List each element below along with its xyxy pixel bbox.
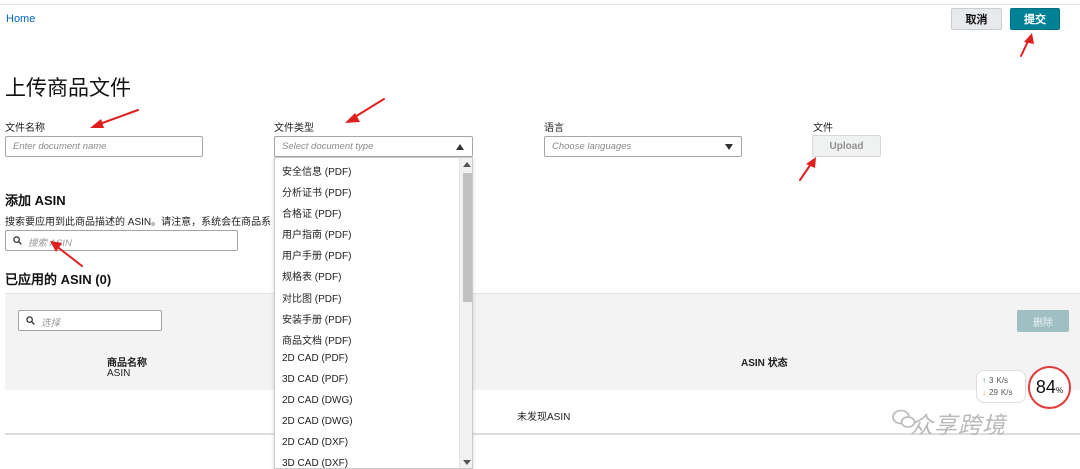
doc-type-label: 文件类型 xyxy=(274,123,314,134)
asin-search-input[interactable]: 搜索 ASIN xyxy=(5,230,238,251)
language-select[interactable]: Choose languages xyxy=(544,136,742,157)
dropdown-option[interactable]: 2D CAD (DWG) xyxy=(282,416,353,427)
upload-speed: ↑ 3 K/s xyxy=(982,376,1009,385)
dropdown-option[interactable]: 安全信息 (PDF) xyxy=(282,163,351,178)
arrow-doc-type-icon xyxy=(349,98,385,121)
upload-button[interactable]: Upload xyxy=(812,135,881,157)
arrow-head-icon xyxy=(806,157,816,168)
dropdown-option[interactable]: 2D CAD (DXF) xyxy=(282,437,348,448)
doc-type-placeholder: Select document type xyxy=(282,141,374,152)
scroll-thumb[interactable] xyxy=(463,173,472,302)
caret-up-icon xyxy=(456,144,464,150)
dropdown-option[interactable]: 对比图 (PDF) xyxy=(282,290,341,305)
arrow-head-icon xyxy=(1024,33,1034,44)
doc-type-select[interactable]: Select document type xyxy=(274,136,473,157)
top-divider xyxy=(0,0,1080,5)
asin-search-placeholder: 搜索 ASIN xyxy=(28,238,72,249)
col-product-name: 商品名称 xyxy=(107,358,147,369)
scroll-down-icon[interactable] xyxy=(463,460,471,465)
download-speed: ↓ 29 K/s xyxy=(982,388,1013,397)
network-speed-widget: ↑ 3 K/s ↓ 29 K/s xyxy=(976,370,1026,403)
asin-filter-placeholder: 选择 xyxy=(41,318,61,329)
dropdown-option[interactable]: 用户指南 (PDF) xyxy=(282,226,351,241)
applied-asin-title: 已应用的 ASIN (0) xyxy=(5,272,112,287)
usage-gauge: 84% xyxy=(1028,366,1071,409)
dropdown-option[interactable]: 3D CAD (DXF) xyxy=(282,458,348,468)
breadcrumb-home[interactable]: Home xyxy=(6,13,35,25)
arrow-doc-name-icon xyxy=(93,109,139,127)
dropdown-option[interactable]: 2D CAD (PDF) xyxy=(282,353,348,364)
arrow-up-icon: ↑ xyxy=(982,376,986,385)
add-asin-description: 搜索要应用到此商品描述的 ASIN。请注意，系统会在商品系 xyxy=(5,217,272,228)
arrow-head-icon xyxy=(90,119,104,128)
doc-name-input[interactable]: Enter document name xyxy=(5,136,203,157)
dropdown-scrollbar[interactable] xyxy=(459,158,472,468)
language-placeholder: Choose languages xyxy=(552,141,632,152)
watermark-text: 众享跨境 xyxy=(910,412,1006,438)
file-label: 文件 xyxy=(813,123,833,134)
language-label: 语言 xyxy=(544,123,564,134)
submit-button[interactable]: 提交 xyxy=(1010,8,1060,30)
doc-name-label: 文件名称 xyxy=(5,123,45,134)
dropdown-option[interactable]: 分析证书 (PDF) xyxy=(282,184,351,199)
arrow-head-icon xyxy=(345,113,360,123)
arrow-submit-icon xyxy=(1020,36,1031,57)
page-title: 上传商品文件 xyxy=(5,77,131,100)
arrow-down-icon: ↓ xyxy=(982,388,986,397)
chevron-down-icon xyxy=(725,144,733,150)
table-header-area xyxy=(5,294,1080,390)
arrow-upload-icon xyxy=(799,160,814,181)
dropdown-option[interactable]: 规格表 (PDF) xyxy=(282,268,341,283)
remove-button[interactable]: 删除 xyxy=(1017,310,1069,332)
dropdown-option[interactable]: 合格证 (PDF) xyxy=(282,205,341,220)
cancel-button[interactable]: 取消 xyxy=(951,8,1002,30)
scroll-up-icon[interactable] xyxy=(463,162,471,167)
search-icon xyxy=(13,236,22,245)
empty-state-message: 未发现ASIN xyxy=(517,412,571,423)
add-asin-title: 添加 ASIN xyxy=(5,193,66,208)
dropdown-option[interactable]: 商品文档 (PDF) xyxy=(282,332,351,347)
dropdown-option[interactable]: 2D CAD (DWG) xyxy=(282,395,353,406)
dropdown-option[interactable]: 3D CAD (PDF) xyxy=(282,374,348,385)
dropdown-option[interactable]: 安装手册 (PDF) xyxy=(282,311,351,326)
asin-filter-input[interactable]: 选择 xyxy=(18,310,162,331)
col-asin: ASIN xyxy=(107,368,131,379)
doc-type-dropdown[interactable]: 安全信息 (PDF) 分析证书 (PDF) 合格证 (PDF) 用户指南 (PD… xyxy=(274,157,473,469)
col-asin-status: ASIN 状态 xyxy=(741,358,788,369)
dropdown-option[interactable]: 用户手册 (PDF) xyxy=(282,247,351,262)
search-icon xyxy=(26,316,35,325)
